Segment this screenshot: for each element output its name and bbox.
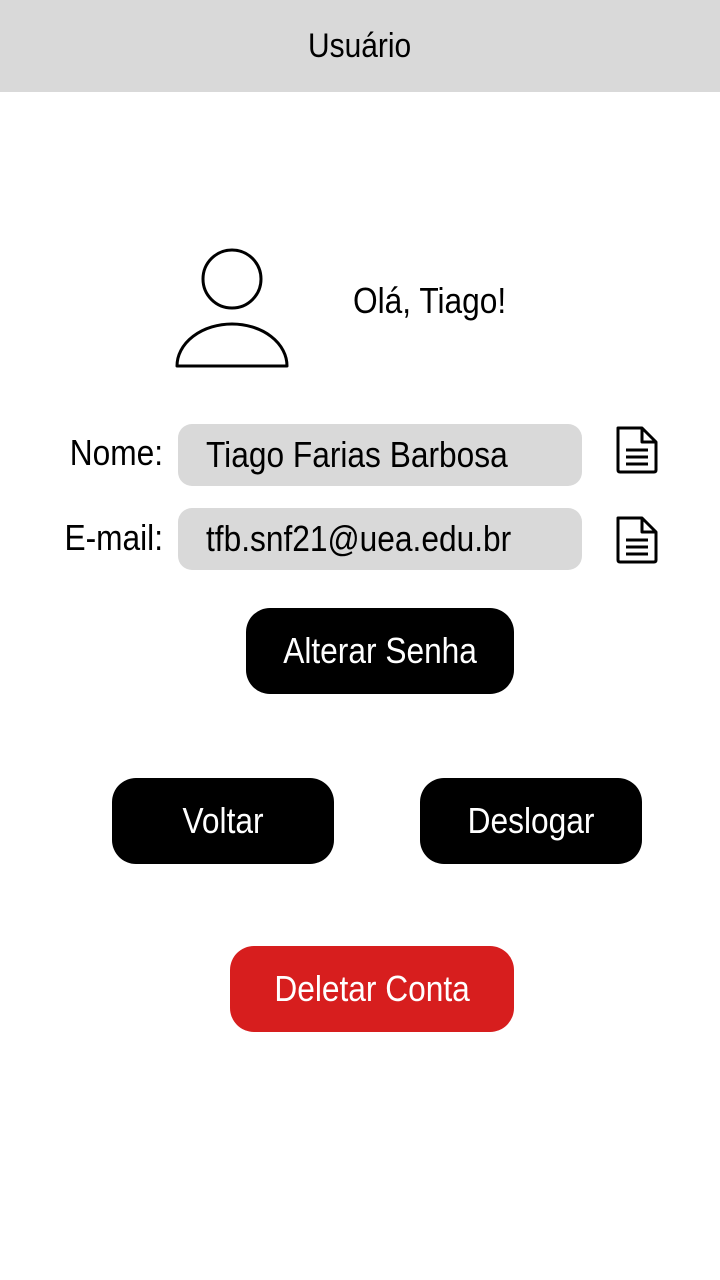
delete-account-button[interactable]: Deletar Conta xyxy=(230,946,514,1032)
name-label: Nome: xyxy=(69,432,163,473)
delete-account-label: Deletar Conta xyxy=(274,968,470,1009)
user-profile-screen: Usuário Olá, Tiago! Nome: Tiago Farias B… xyxy=(0,0,720,1280)
email-value: tfb.snf21@uea.edu.br xyxy=(206,518,512,559)
back-button[interactable]: Voltar xyxy=(112,778,334,864)
change-password-label: Alterar Senha xyxy=(283,630,477,671)
user-avatar-icon xyxy=(175,248,289,368)
name-value: Tiago Farias Barbosa xyxy=(206,434,508,475)
logout-button[interactable]: Deslogar xyxy=(420,778,642,864)
page-title: Usuário xyxy=(308,26,412,65)
edit-email-document-icon[interactable] xyxy=(614,514,660,566)
logout-label: Deslogar xyxy=(467,800,595,841)
email-label: E-mail: xyxy=(64,517,163,558)
edit-name-document-icon[interactable] xyxy=(614,424,660,476)
app-header: Usuário xyxy=(0,0,720,92)
name-field[interactable]: Tiago Farias Barbosa xyxy=(178,424,582,486)
greeting-text: Olá, Tiago! xyxy=(353,280,507,321)
change-password-button[interactable]: Alterar Senha xyxy=(246,608,514,694)
email-field[interactable]: tfb.snf21@uea.edu.br xyxy=(178,508,582,570)
back-label: Voltar xyxy=(182,800,264,841)
